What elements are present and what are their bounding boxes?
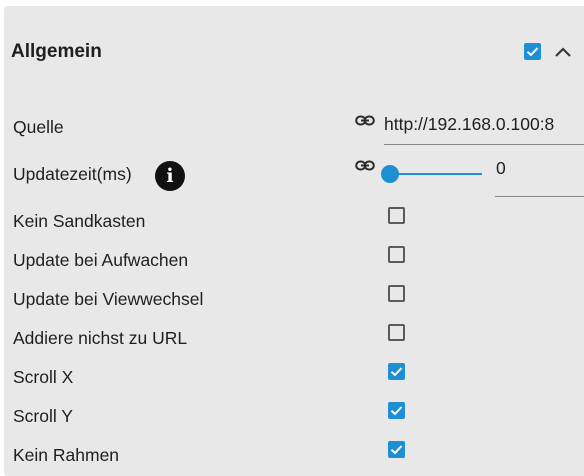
update-time-slider-track[interactable] [390, 173, 482, 175]
section-enable-checkbox[interactable] [524, 43, 541, 60]
no-frame-label: Kein Rahmen [13, 445, 120, 465]
link-icon[interactable] [355, 159, 375, 173]
source-url-input[interactable]: http://192.168.0.100:8 [384, 114, 584, 135]
source-url-underline [384, 144, 584, 145]
info-icon[interactable]: i [155, 161, 185, 191]
chevron-up-icon[interactable] [553, 44, 573, 60]
scroll-x-checkbox[interactable] [388, 363, 405, 380]
scroll-y-label: Scroll Y [13, 406, 73, 426]
update-on-wake-checkbox[interactable] [388, 246, 405, 263]
update-time-underline [495, 196, 584, 197]
no-frame-checkbox[interactable] [388, 441, 405, 458]
update-time-input[interactable]: 0 [496, 158, 506, 179]
update-on-view-change-checkbox[interactable] [388, 285, 405, 302]
section-title: Allgemein [11, 41, 102, 62]
settings-panel [4, 6, 584, 476]
update-time-slider-thumb[interactable] [381, 165, 399, 183]
no-sandbox-checkbox[interactable] [388, 207, 405, 224]
update-on-view-change-label: Update bei Viewwechsel [13, 289, 204, 309]
no-append-url-label: Addiere nichst zu URL [13, 328, 188, 348]
update-on-wake-label: Update bei Aufwachen [13, 250, 189, 270]
no-sandbox-label: Kein Sandkasten [13, 211, 146, 231]
scroll-y-checkbox[interactable] [388, 402, 405, 419]
scroll-x-label: Scroll X [13, 367, 74, 387]
source-label: Quelle [13, 117, 64, 137]
no-append-url-checkbox[interactable] [388, 324, 405, 341]
update-time-label: Updatezeit(ms) [13, 164, 132, 184]
link-icon[interactable] [355, 114, 375, 128]
